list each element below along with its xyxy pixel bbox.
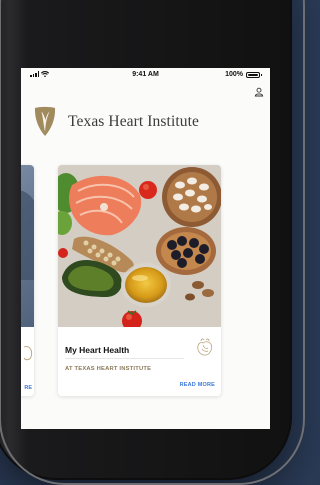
heart-illustration-icon — [24, 346, 33, 361]
status-right: 100% — [225, 71, 262, 78]
user-icon[interactable] — [254, 87, 264, 97]
article-card-previous[interactable]: RE — [21, 165, 34, 396]
read-more-link[interactable]: READ MORE — [180, 382, 215, 388]
app-screen: 9:41 AM 100% Texas Heart Institute RE My… — [21, 68, 270, 429]
brand-header: Texas Heart Institute — [33, 106, 199, 138]
card-photo-previous — [21, 165, 34, 327]
healthy-food-photo — [58, 165, 221, 327]
brand-name: Texas Heart Institute — [68, 113, 199, 130]
heart-shield-logo-icon — [34, 106, 56, 136]
status-bar: 9:41 AM 100% — [21, 68, 270, 82]
article-card[interactable]: My Heart Health AT TEXAS HEART INSTITUTE… — [58, 165, 221, 396]
anatomical-heart-icon — [197, 338, 213, 356]
card-subtitle: AT TEXAS HEART INSTITUTE — [65, 366, 152, 372]
card-title: My Heart Health — [65, 345, 130, 355]
card-divider — [65, 358, 184, 359]
battery-percent: 100% — [225, 71, 243, 78]
battery-icon — [246, 71, 262, 78]
read-more-link-previous[interactable]: RE — [24, 385, 32, 391]
card-photo — [58, 165, 221, 327]
